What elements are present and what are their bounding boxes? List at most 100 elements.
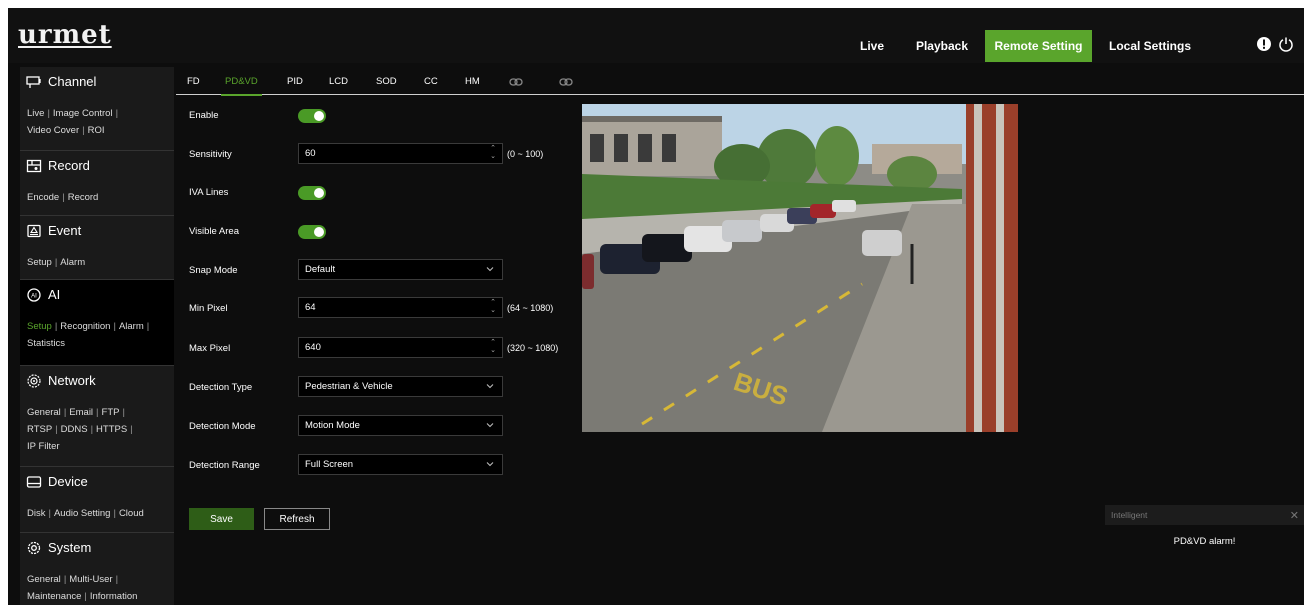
sidebar-link-ip-filter[interactable]: IP Filter <box>27 441 60 452</box>
spinner-icon[interactable]: ⌃ ⌄ <box>490 145 496 161</box>
power-icon[interactable] <box>1278 36 1294 52</box>
chevron-down-icon <box>486 423 494 428</box>
svg-text:AI: AI <box>31 293 37 299</box>
sidebar-link-ai-setup[interactable]: Setup <box>27 321 52 332</box>
tab-fd[interactable]: FD <box>187 76 200 87</box>
chevron-down-icon <box>486 267 494 272</box>
sidebar-link-email[interactable]: Email <box>69 407 93 418</box>
detection-mode-select[interactable]: Motion Mode <box>298 415 503 436</box>
sidebar-link-live[interactable]: Live <box>27 108 44 119</box>
sidebar-link-system-general[interactable]: General <box>27 574 61 585</box>
enable-toggle[interactable] <box>298 109 326 123</box>
min-pixel-range: (64 ~ 1080) <box>507 303 554 313</box>
sidebar-link-record[interactable]: Record <box>68 192 99 203</box>
sidebar-link-encode[interactable]: Encode <box>27 192 59 203</box>
enable-label: Enable <box>189 110 219 121</box>
sidebar-link-alarm[interactable]: Alarm <box>60 257 85 268</box>
min-pixel-input[interactable]: 64 ⌃ ⌄ <box>298 297 503 318</box>
max-pixel-value: 640 <box>305 342 321 353</box>
iva-lines-label: IVA Lines <box>189 187 229 198</box>
sidebar-link-https[interactable]: HTTPS <box>96 424 127 435</box>
notification-message: PD&VD alarm! <box>1173 536 1236 547</box>
chevron-down-icon <box>486 384 494 389</box>
detection-type-label: Detection Type <box>189 382 253 393</box>
detection-type-select[interactable]: Pedestrian & Vehicle <box>298 376 503 397</box>
ai-icon: AI <box>27 287 41 302</box>
alarm-notification: Intelligent ✕ PD&VD alarm! <box>1105 505 1304 555</box>
sidebar-link-setup[interactable]: Setup <box>27 257 52 268</box>
sidebar-link-information[interactable]: Information <box>90 591 138 602</box>
max-pixel-label: Max Pixel <box>189 343 231 354</box>
sensitivity-value: 60 <box>305 148 316 159</box>
snap-mode-select[interactable]: Default <box>298 259 503 280</box>
sidebar-links-system: General | Multi-User | Maintenance | Informat… <box>27 574 138 602</box>
sidebar-title-ai[interactable]: AI AI <box>26 287 60 302</box>
sidebar-links-record: Encode | Record <box>27 192 99 203</box>
sidebar-link-general[interactable]: General <box>27 407 61 418</box>
sidebar-title-channel-label: Channel <box>48 74 97 89</box>
sidebar-links-channel: Live | Image Control | Video Cover | ROI <box>27 108 119 136</box>
detection-mode-value: Motion Mode <box>305 420 360 431</box>
nav-remote-setting[interactable]: Remote Setting <box>985 30 1092 62</box>
sidebar-link-maintenance[interactable]: Maintenance <box>27 591 81 602</box>
link-icon[interactable] <box>559 78 573 86</box>
sidebar-link-recognition[interactable]: Recognition <box>60 321 110 332</box>
detection-range-label: Detection Range <box>189 460 260 471</box>
sidebar-title-event-label: Event <box>48 223 82 238</box>
system-icon <box>27 541 41 554</box>
sidebar-title-system[interactable]: System <box>26 540 91 555</box>
sidebar-section-channel: Channel Live | Image Control | Video Cover |… <box>20 67 174 151</box>
detection-range-select[interactable]: Full Screen <box>298 454 503 475</box>
sidebar-link-ddns[interactable]: DDNS <box>61 424 88 435</box>
channel-icon <box>26 75 41 88</box>
event-icon <box>27 224 41 237</box>
refresh-button[interactable]: Refresh <box>264 508 330 530</box>
sidebar-title-channel[interactable]: Channel <box>26 74 96 89</box>
alert-icon[interactable] <box>1256 36 1272 52</box>
max-pixel-input[interactable]: 640 ⌃ ⌄ <box>298 337 503 358</box>
visible-area-toggle[interactable] <box>298 225 326 239</box>
spinner-icon[interactable]: ⌃ ⌄ <box>490 339 496 355</box>
detection-range-value: Full Screen <box>305 459 354 470</box>
device-icon <box>26 475 42 488</box>
sidebar-title-ai-label: AI <box>48 287 61 302</box>
max-pixel-range: (320 ~ 1080) <box>507 343 559 353</box>
sidebar-link-ftp[interactable]: FTP <box>102 407 120 418</box>
ai-tabs: FD PD&VD PID LCD SOD CC HM <box>176 68 1304 96</box>
sidebar-link-statistics[interactable]: Statistics <box>27 338 65 349</box>
save-button[interactable]: Save <box>189 508 254 530</box>
spinner-icon[interactable]: ⌃ ⌄ <box>490 299 496 315</box>
sidebar-title-network[interactable]: Network <box>26 373 96 388</box>
sidebar-link-image-control[interactable]: Image Control <box>53 108 113 119</box>
sidebar-title-device[interactable]: Device <box>26 474 88 489</box>
nav-local-settings[interactable]: Local Settings <box>1105 30 1195 62</box>
sidebar-section-ai: AI AI Setup | Recognition | Alarm | Statistic… <box>20 280 174 366</box>
iva-lines-toggle[interactable] <box>298 186 326 200</box>
tab-cc[interactable]: CC <box>424 76 438 87</box>
tab-pid[interactable]: PID <box>287 76 303 87</box>
tab-lcd[interactable]: LCD <box>329 76 348 87</box>
sidebar-link-audio-setting[interactable]: Audio Setting <box>54 508 111 519</box>
sidebar-link-video-cover[interactable]: Video Cover <box>27 125 79 136</box>
sidebar-title-record[interactable]: Record <box>26 158 90 173</box>
sidebar-link-roi[interactable]: ROI <box>88 125 105 136</box>
nav-live[interactable]: Live <box>851 30 893 62</box>
close-icon[interactable]: ✕ <box>1290 509 1299 522</box>
sidebar-section-network: Network General | Email | FTP | RTSP | DDNS | HTT… <box>20 366 174 467</box>
sidebar-link-disk[interactable]: Disk <box>27 508 45 519</box>
sidebar-title-event[interactable]: Event <box>26 223 81 238</box>
sidebar-link-rtsp[interactable]: RTSP <box>27 424 52 435</box>
sidebar-link-multi-user[interactable]: Multi-User <box>69 574 112 585</box>
sensitivity-input[interactable]: 60 ⌃ ⌄ <box>298 143 503 164</box>
sidebar-link-ai-alarm[interactable]: Alarm <box>119 321 144 332</box>
min-pixel-value: 64 <box>305 302 316 313</box>
tab-hm[interactable]: HM <box>465 76 480 87</box>
snap-mode-label: Snap Mode <box>189 265 238 276</box>
notification-header: Intelligent ✕ <box>1105 505 1304 525</box>
sidebar-link-cloud[interactable]: Cloud <box>119 508 144 519</box>
sidebar-title-network-label: Network <box>48 373 96 388</box>
link-icon[interactable] <box>509 78 523 86</box>
tab-pd-vd[interactable]: PD&VD <box>221 76 262 96</box>
tab-sod[interactable]: SOD <box>376 76 397 87</box>
nav-playback[interactable]: Playback <box>908 30 976 62</box>
